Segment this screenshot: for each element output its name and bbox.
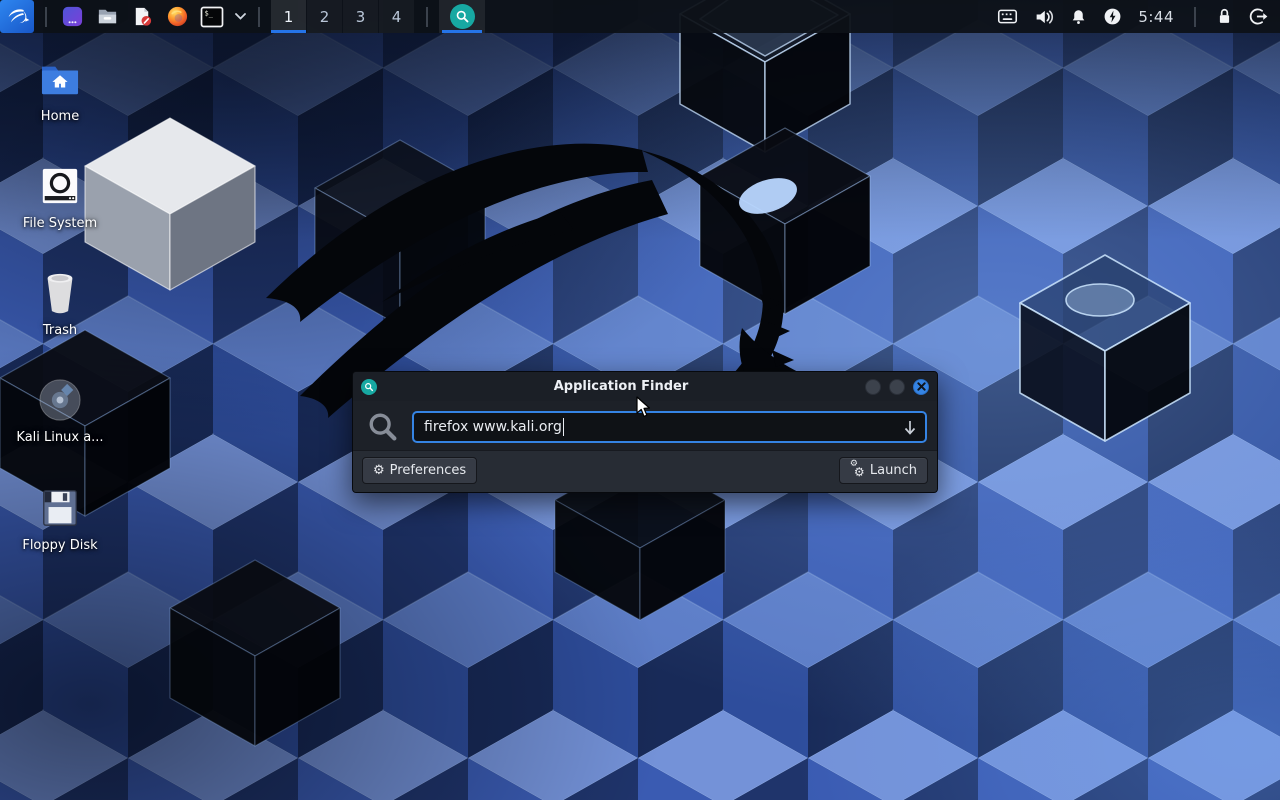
dialog-footer: ⚙ Preferences ⚙ ⚙ Launch — [353, 450, 937, 492]
home-folder-icon — [39, 55, 81, 103]
workspace-4[interactable]: 4 — [379, 0, 414, 33]
search-input[interactable]: firefox www.kali.org — [412, 411, 927, 443]
dropdown-arrow-icon[interactable] — [903, 420, 917, 440]
search-query-text: firefox www.kali.org — [424, 419, 562, 435]
workspace-1[interactable]: 1 — [271, 0, 306, 33]
desktop-icon-label: Trash — [43, 323, 77, 338]
app-finder-window-icon — [361, 379, 377, 395]
drive-icon — [39, 162, 81, 210]
logout-icon[interactable] — [1249, 7, 1268, 26]
preferences-button[interactable]: ⚙ Preferences — [362, 457, 477, 484]
desktop-icon-file-system[interactable]: File System — [12, 162, 108, 231]
workspace-switcher: 1 2 3 4 — [271, 0, 415, 33]
terminal-icon[interactable]: $_ — [198, 3, 226, 31]
firefox-icon[interactable] — [163, 3, 191, 31]
volume-icon[interactable] — [1034, 8, 1054, 26]
desktop-icon-home[interactable]: Home — [12, 55, 108, 124]
mouse-cursor — [636, 396, 651, 418]
text-caret — [563, 418, 565, 436]
gear-icon: ⚙ — [373, 464, 385, 477]
desktop-icon-label: Floppy Disk — [22, 538, 97, 553]
clock[interactable]: 5:44 — [1138, 8, 1174, 26]
panel-separator — [45, 7, 47, 27]
workspace-3[interactable]: 3 — [343, 0, 378, 33]
close-icon[interactable] — [913, 379, 929, 395]
keyboard-icon[interactable] — [997, 8, 1018, 25]
app-finder-task-icon[interactable] — [439, 0, 485, 33]
minimize-button[interactable] — [865, 379, 881, 395]
desktop-screen: $_ 1 2 3 4 — [0, 0, 1280, 800]
desktop-icon-trash[interactable]: Trash — [12, 269, 108, 338]
window-title: Application Finder — [377, 379, 865, 394]
desktop-icon-floppy[interactable]: Floppy Disk — [12, 484, 108, 553]
trash-icon — [40, 269, 80, 317]
text-editor-icon[interactable] — [128, 3, 156, 31]
launch-button[interactable]: ⚙ ⚙ Launch — [839, 457, 928, 484]
panel-separator — [258, 7, 260, 27]
gears-icon: ⚙ ⚙ — [850, 463, 865, 479]
terminal-glyph: $_ — [205, 9, 214, 17]
search-icon — [366, 410, 400, 444]
disc-icon — [37, 376, 83, 424]
power-icon[interactable] — [1103, 7, 1122, 26]
application-finder-window: Application Finder firefox www.kali.org — [352, 371, 938, 493]
desktop-icon-label: Home — [41, 109, 79, 124]
desktop-icon-label: File System — [23, 216, 97, 231]
top-panel: $_ 1 2 3 4 — [0, 0, 1280, 33]
chevron-down-icon[interactable] — [233, 3, 247, 31]
notifications-bell-icon[interactable] — [1070, 8, 1087, 26]
floppy-icon — [39, 484, 81, 532]
workspace-2[interactable]: 2 — [307, 0, 342, 33]
panel-separator — [1194, 7, 1196, 27]
desktop-icon-label: Kali Linux a... — [16, 430, 103, 445]
panel-separator — [426, 7, 428, 27]
lock-icon[interactable] — [1216, 7, 1233, 26]
desktop-icon-kali-linux[interactable]: Kali Linux a... — [12, 376, 108, 445]
window-icon[interactable] — [58, 3, 86, 31]
maximize-button[interactable] — [889, 379, 905, 395]
kali-menu-icon[interactable] — [0, 0, 34, 33]
file-manager-icon[interactable] — [93, 3, 121, 31]
